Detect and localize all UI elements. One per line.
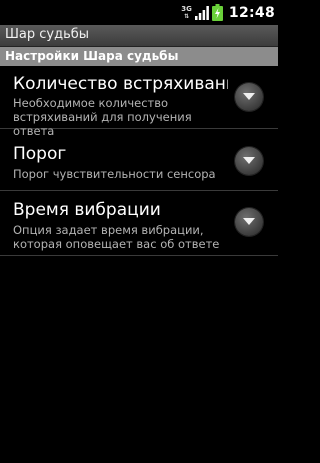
- chevron-down-icon: [243, 218, 255, 225]
- chevron-down-icon: [243, 157, 255, 164]
- battery-charging-icon: [211, 4, 223, 21]
- app-title: Шар судьбы: [5, 27, 90, 42]
- app-title-bar: Шар судьбы: [0, 25, 278, 47]
- pref-threshold-dropdown-button[interactable]: [235, 147, 263, 175]
- pref-title: Количество встряхиваний: [13, 74, 228, 94]
- status-bar: 3G ⇅ 12:48: [0, 0, 278, 25]
- pref-vibration-time-dropdown-button[interactable]: [235, 208, 263, 236]
- pref-shake-count-dropdown-button[interactable]: [235, 83, 263, 111]
- section-header-label: Настройки Шара судьбы: [5, 49, 179, 63]
- status-time: 12:48: [228, 4, 275, 21]
- network-3g-icon: 3G ⇅: [181, 4, 192, 20]
- signal-strength-icon: [194, 5, 209, 20]
- pref-vibration-time[interactable]: Время вибрации Опция задает время вибрац…: [0, 191, 278, 256]
- pref-title: Порог: [13, 144, 67, 164]
- pref-shake-count[interactable]: Количество встряхиваний Необходимое коли…: [0, 66, 278, 138]
- pref-threshold[interactable]: Порог Порог чувствительности сенсора: [0, 129, 278, 191]
- pref-summary: Порог чувствительности сенсора: [13, 167, 216, 181]
- settings-section-header: Настройки Шара судьбы: [0, 47, 278, 66]
- pref-summary: Опция задает время вибрации, которая опо…: [13, 223, 220, 251]
- pref-title: Время вибрации: [13, 200, 161, 220]
- chevron-down-icon: [243, 93, 255, 100]
